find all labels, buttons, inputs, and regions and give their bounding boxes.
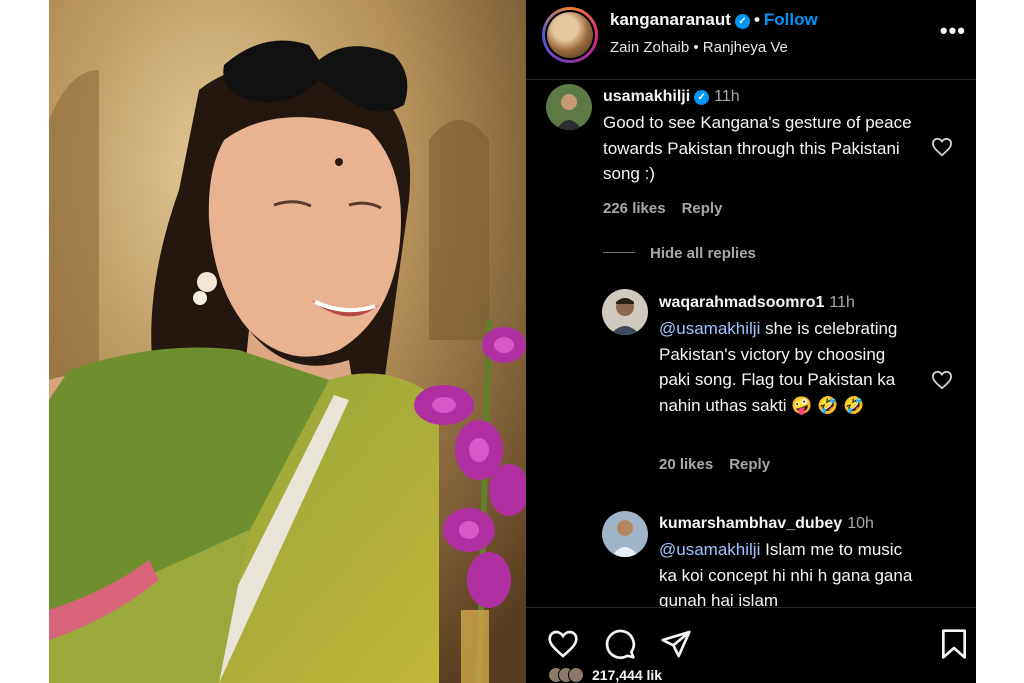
heart-icon[interactable] (547, 629, 579, 659)
commenter-avatar[interactable] (546, 84, 592, 130)
reply-button[interactable]: Reply (682, 200, 723, 217)
reply-text: @usamakhilji she is celebrating Pakistan… (659, 316, 921, 418)
liker-avatar (568, 667, 584, 683)
comment-username[interactable]: usamakhilji (603, 88, 690, 105)
mention-link[interactable]: @usamakhilji (659, 319, 760, 338)
like-comment-heart-icon[interactable] (931, 137, 953, 157)
reply-meta: 20 likes Reply (659, 456, 770, 473)
comment-icon[interactable] (604, 628, 636, 660)
author-avatar[interactable] (542, 7, 598, 63)
reply: waqarahmadsoomro1 11h @usamakhilji she is… (526, 285, 976, 485)
comment-text: Good to see Kangana's gesture of peace t… (603, 113, 912, 183)
divider-line (603, 252, 635, 253)
likes-count: 217,444 lik (592, 667, 663, 683)
comment-meta: 226 likes Reply (603, 200, 722, 217)
separator-dot: • (753, 10, 760, 29)
comment: usamakhilji ✓ 11h Good to see Kangana's ge… (526, 80, 976, 230)
verified-icon: ✓ (694, 90, 710, 105)
follow-button[interactable]: Follow (764, 10, 818, 29)
reply-username[interactable]: waqarahmadsoomro1 (659, 294, 824, 311)
hide-replies-button[interactable]: Hide all replies (603, 245, 756, 262)
reply-likes[interactable]: 20 likes (659, 456, 713, 473)
reply-username-row: kumarshambhav_dubey 10h (659, 515, 874, 533)
verified-icon: ✓ (734, 14, 750, 29)
hide-replies-label: Hide all replies (650, 245, 756, 262)
reply-time: 11h (829, 294, 855, 311)
like-reply-heart-icon[interactable] (931, 370, 953, 390)
post-photo (49, 0, 526, 683)
reply-avatar[interactable] (602, 511, 648, 557)
post-header: kanganaranaut ✓ • Follow Zain Zohaib • Ranj… (526, 0, 976, 80)
reply-username[interactable]: kumarshambhav_dubey (659, 515, 842, 532)
author-username[interactable]: kanganaranaut (610, 10, 731, 29)
reply-text: @usamakhilji Islam me to music ka koi co… (659, 537, 921, 607)
mention-link[interactable]: @usamakhilji (659, 540, 760, 559)
audio-track[interactable]: Zain Zohaib • Ranjheya Ve (610, 39, 788, 56)
reply-time: 10h (847, 515, 874, 532)
share-icon[interactable] (660, 628, 692, 660)
likes-summary[interactable]: 217,444 lik (548, 667, 662, 683)
reply-username-row: waqarahmadsoomro1 11h (659, 294, 855, 312)
comment-username-row: usamakhilji ✓ 11h (603, 88, 740, 106)
post-detail-panel: kanganaranaut ✓ • Follow Zain Zohaib • Ranj… (526, 0, 976, 683)
photo-illustration (49, 0, 526, 683)
more-options-icon[interactable]: ••• (940, 18, 966, 44)
comment-time: 11h (714, 88, 740, 105)
author-username-row: kanganaranaut ✓ • Follow (610, 10, 818, 30)
reply-button[interactable]: Reply (729, 456, 770, 473)
reply: kumarshambhav_dubey 10h @usamakhilji Isla… (526, 507, 976, 607)
comment-likes[interactable]: 226 likes (603, 200, 666, 217)
reply-avatar[interactable] (602, 289, 648, 335)
bookmark-icon[interactable] (940, 628, 968, 660)
